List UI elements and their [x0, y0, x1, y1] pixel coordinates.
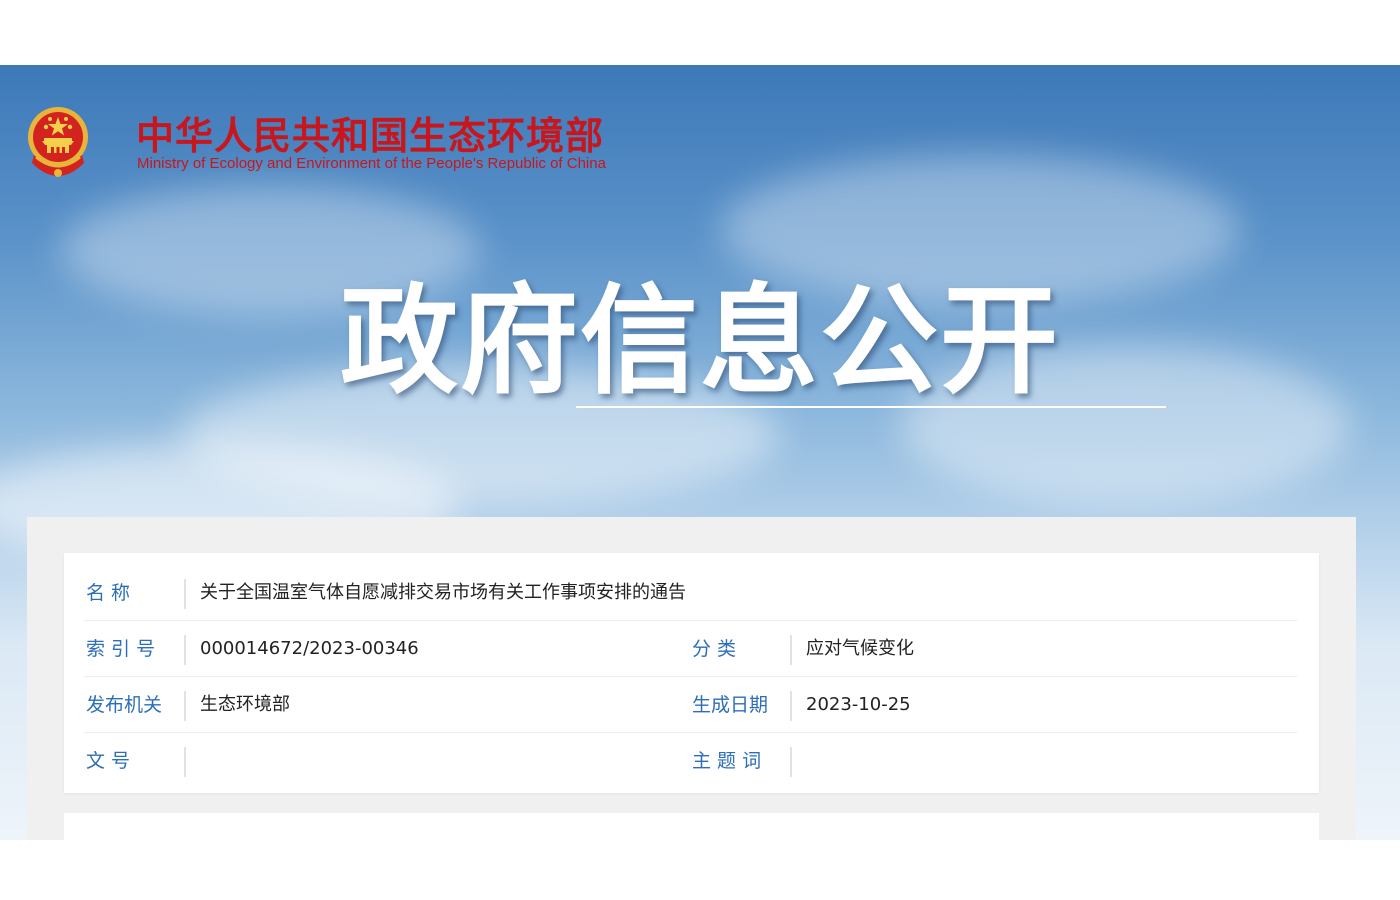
category-label: 分 类	[692, 638, 737, 660]
info-row-index: 索 引 号 000014672/2023-00346 分 类 应对气候变化	[64, 621, 1319, 677]
page-hero-title: 政府信息公开	[339, 272, 1060, 410]
content-panel: 名 称 关于全国温室气体自愿减排交易市场有关工作事项安排的通告 索 引 号 00…	[27, 517, 1356, 840]
issuer-value: 生态环境部	[200, 694, 290, 715]
top-blank-area	[0, 0, 1400, 65]
doc-no-label: 文 号	[86, 750, 131, 772]
bottom-blank-area	[0, 840, 1400, 900]
hero-underline	[576, 406, 1166, 408]
divider	[790, 747, 792, 777]
date-label: 生成日期	[692, 694, 769, 716]
site-title-en[interactable]: Ministry of Ecology and Environment of t…	[137, 155, 606, 172]
date-value: 2023-10-25	[806, 694, 911, 715]
issuer-label: 发布机关	[86, 694, 163, 716]
national-emblem-icon	[28, 107, 88, 177]
category-value: 应对气候变化	[806, 638, 914, 659]
divider	[184, 747, 186, 777]
name-value: 关于全国温室气体自愿减排交易市场有关工作事项安排的通告	[200, 582, 686, 603]
document-info-card: 名 称 关于全国温室气体自愿减排交易市场有关工作事项安排的通告 索 引 号 00…	[64, 553, 1319, 793]
index-value: 000014672/2023-00346	[200, 638, 419, 659]
info-row-issuer: 发布机关 生态环境部 生成日期 2023-10-25	[64, 677, 1319, 733]
divider	[184, 579, 186, 609]
document-body-card	[64, 813, 1319, 840]
info-row-name: 名 称 关于全国温室气体自愿减排交易市场有关工作事项安排的通告	[64, 565, 1319, 621]
divider	[184, 635, 186, 665]
info-row-docno: 文 号 主 题 词	[64, 733, 1319, 789]
site-title-cn[interactable]: 中华人民共和国生态环境部	[136, 105, 604, 160]
subject-label: 主 题 词	[692, 750, 762, 772]
index-label: 索 引 号	[86, 638, 156, 660]
divider	[790, 635, 792, 665]
name-label: 名 称	[86, 582, 131, 604]
header-banner: 中华人民共和国生态环境部 Ministry of Ecology and Env…	[0, 65, 1400, 840]
divider	[184, 691, 186, 721]
divider	[790, 691, 792, 721]
